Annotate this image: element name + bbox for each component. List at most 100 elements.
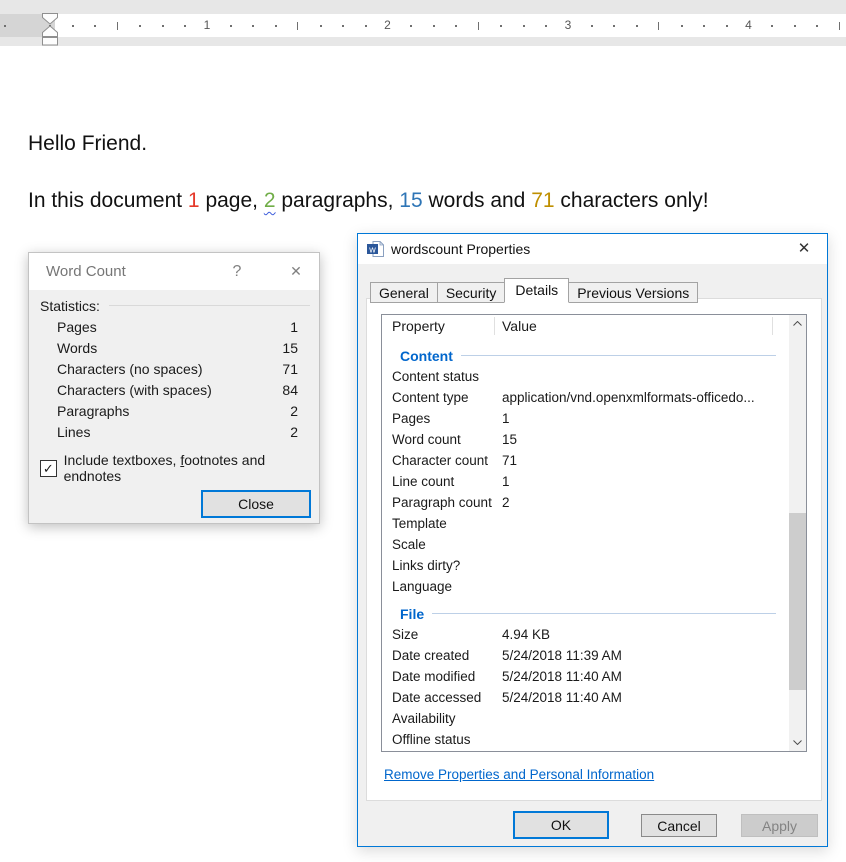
ruler-tick — [591, 25, 593, 27]
tab-previous-versions[interactable]: Previous Versions — [568, 282, 698, 303]
column-header-property[interactable]: Property — [392, 315, 445, 337]
close-icon[interactable]: ✕ — [789, 234, 819, 264]
details-section-header: Content — [382, 345, 789, 366]
sentence-segment: In this document — [28, 189, 188, 212]
word-count-dialog: Word Count ? ✕ Statistics: Pages1Words15… — [28, 252, 320, 524]
sentence-segment: 1 — [188, 189, 200, 212]
section-line — [432, 613, 776, 614]
details-section-header: File — [382, 603, 789, 624]
details-row[interactable]: Language — [382, 576, 789, 597]
property-value: 5/24/2018 11:39 AM — [502, 645, 783, 666]
details-tab-panel: Property Value Content Content statusCont… — [366, 298, 822, 801]
details-row[interactable]: Word count15 — [382, 429, 789, 450]
stat-label: Pages — [40, 317, 264, 338]
details-row[interactable]: Size 4.94 KB — [382, 624, 789, 645]
include-textboxes-checkbox[interactable]: ✓ — [40, 460, 57, 477]
property-name: Scale — [392, 534, 426, 555]
ok-button[interactable]: OK — [513, 811, 609, 839]
svg-text:w: w — [368, 245, 376, 255]
statistics-label: Statistics: — [40, 298, 100, 314]
stat-value: 2 — [264, 422, 310, 443]
tab-details[interactable]: Details — [504, 278, 569, 303]
tab-security[interactable]: Security — [437, 282, 506, 303]
ruler-tick — [297, 22, 298, 30]
details-row[interactable]: Date accessed5/24/2018 11:40 AM — [382, 687, 789, 708]
word-count-stat-row: Characters (with spaces)84 — [40, 380, 310, 401]
stat-label: Paragraphs — [40, 401, 264, 422]
section-name: Content — [400, 348, 453, 364]
column-separator[interactable] — [772, 317, 773, 335]
property-value: application/vnd.openxmlformats-officedo.… — [502, 387, 783, 408]
ruler-tick — [636, 25, 638, 27]
details-row[interactable]: Offline status — [382, 729, 789, 750]
stat-label: Words — [40, 338, 264, 359]
scrollbar-thumb[interactable] — [789, 513, 806, 690]
close-button[interactable]: Close — [201, 490, 311, 518]
details-row[interactable]: Content typeapplication/vnd.openxmlforma… — [382, 387, 789, 408]
stat-value: 84 — [264, 380, 310, 401]
ruler-tick — [816, 25, 818, 27]
include-textboxes-label: Include textboxes, footnotes and endnote… — [64, 452, 319, 484]
sentence-segment: 2 — [264, 189, 276, 212]
ruler-tick — [72, 25, 74, 27]
ruler-tick — [94, 25, 96, 27]
word-count-titlebar: Word Count ? ✕ — [29, 253, 319, 290]
ruler-tick — [794, 25, 796, 27]
property-value: 5/24/2018 11:40 AM — [502, 687, 783, 708]
help-icon[interactable]: ? — [225, 253, 249, 290]
property-name: Template — [392, 513, 447, 534]
ruler-tick — [184, 25, 186, 27]
first-line-indent-marker[interactable] — [43, 14, 58, 25]
sentence-segment: paragraphs, — [276, 189, 400, 212]
ruler-tick — [433, 25, 435, 27]
remove-properties-link[interactable]: Remove Properties and Personal Informati… — [384, 767, 654, 782]
property-name: Availability — [392, 708, 456, 729]
stat-value: 71 — [264, 359, 310, 380]
tab-general[interactable]: General — [370, 282, 438, 303]
sentence-segment: words and — [423, 189, 532, 212]
details-row[interactable]: Availability — [382, 708, 789, 729]
property-name: Content status — [392, 366, 479, 387]
details-row[interactable]: Date modified5/24/2018 11:40 AM — [382, 666, 789, 687]
left-indent-marker[interactable] — [43, 38, 58, 46]
scroll-up-icon[interactable] — [789, 315, 806, 332]
ruler-tick — [771, 25, 773, 27]
sentence-segment: 71 — [531, 189, 554, 212]
ruler-tick — [455, 25, 457, 27]
ruler-tick — [252, 25, 254, 27]
column-header-value[interactable]: Value — [502, 315, 537, 337]
apply-button[interactable]: Apply — [741, 814, 818, 837]
details-row[interactable]: Content status — [382, 366, 789, 387]
cancel-button[interactable]: Cancel — [641, 814, 717, 837]
ruler-tick — [613, 25, 615, 27]
details-row[interactable]: Links dirty? — [382, 555, 789, 576]
hanging-indent-marker[interactable] — [43, 26, 58, 37]
indent-markers[interactable] — [42, 13, 59, 46]
details-row[interactable]: Character count 71 — [382, 450, 789, 471]
details-row[interactable]: Template — [382, 513, 789, 534]
property-name: Line count — [392, 471, 454, 492]
property-value: 2 — [502, 492, 783, 513]
close-icon[interactable]: ✕ — [281, 253, 311, 290]
ruler-tick — [410, 25, 412, 27]
sentence-segment: page, — [200, 189, 264, 212]
property-value: 4.94 KB — [502, 624, 783, 645]
details-row[interactable]: Scale — [382, 534, 789, 555]
stat-value: 2 — [264, 401, 310, 422]
property-name: Character count — [392, 450, 488, 471]
scroll-down-icon[interactable] — [789, 734, 806, 751]
vertical-scrollbar[interactable] — [789, 315, 806, 751]
property-name: Size — [392, 624, 418, 645]
details-row[interactable]: Paragraph count2 — [382, 492, 789, 513]
details-row[interactable]: Pages1 — [382, 408, 789, 429]
column-separator[interactable] — [494, 317, 495, 335]
details-row[interactable]: Line count1 — [382, 471, 789, 492]
ruler-tick — [365, 25, 367, 27]
property-value: 71 — [502, 450, 783, 471]
ruler-inch-label: 2 — [382, 14, 394, 37]
ruler-tick — [500, 25, 502, 27]
ruler-tick — [342, 25, 344, 27]
details-row[interactable]: Date created5/24/2018 11:39 AM — [382, 645, 789, 666]
ruler-tick — [523, 25, 525, 27]
properties-dialog-title: wordscount Properties — [391, 234, 530, 264]
